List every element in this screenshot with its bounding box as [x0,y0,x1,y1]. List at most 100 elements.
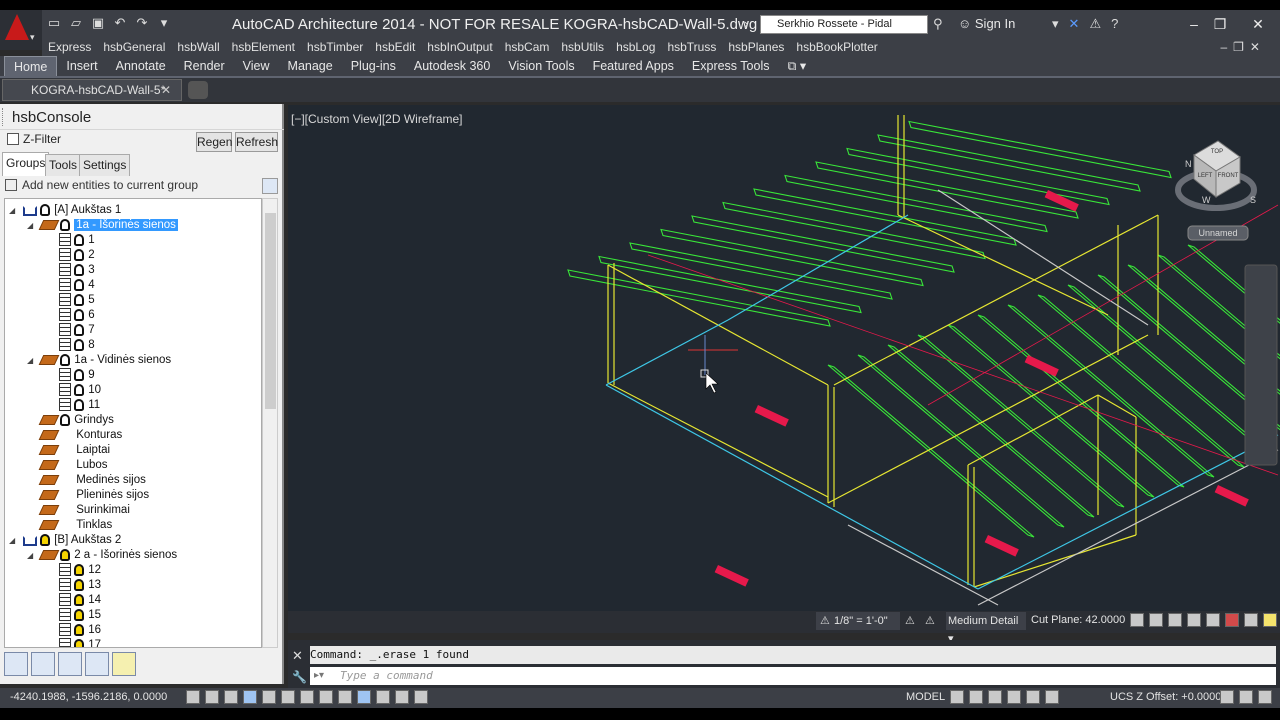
tree-item[interactable]: ◢ 1a - Vidinės sienos [27,353,171,368]
zfilter-checkbox[interactable] [7,133,19,145]
menu-hsbtruss[interactable]: hsbTruss [661,38,722,56]
lightbulb-icon[interactable] [1263,613,1277,627]
tree-item[interactable]: 6 [45,308,95,323]
annotation-tag[interactable] [714,565,749,587]
surface-hatch-icon[interactable] [1130,613,1144,627]
model-space-button[interactable]: MODEL [906,691,945,703]
command-input[interactable]: Type a command [310,667,1276,685]
menu-hsbplanes[interactable]: hsbPlanes [722,38,790,56]
quick-view-drawings-icon[interactable] [969,690,983,704]
tree-item[interactable]: 14 [45,593,101,608]
menu-hsbelement[interactable]: hsbElement [226,38,301,56]
tree-item[interactable]: 2 [45,248,95,263]
grid-display-icon[interactable] [224,690,238,704]
tree-item[interactable]: 3 [45,263,95,278]
visibility-bulb-icon[interactable] [60,413,71,426]
tree-item[interactable]: 12 [45,563,101,578]
showmotion-icon[interactable] [1045,690,1059,704]
3d-object-snap-icon[interactable] [300,690,314,704]
tab-view[interactable]: View [234,56,279,76]
floor-edge[interactable] [937,189,1149,326]
render-icon[interactable] [1187,613,1201,627]
floor-edge[interactable] [977,434,1279,590]
new-tab-button[interactable] [188,81,208,99]
new-file-icon[interactable]: ▭ [46,15,62,31]
visibility-bulb-icon[interactable] [74,623,85,636]
tab-autodesk-360[interactable]: Autodesk 360 [405,56,499,76]
menu-hsbutils[interactable]: hsbUtils [555,38,610,56]
rafter-left[interactable] [753,188,1017,246]
menu-hsbwall[interactable]: hsbWall [171,38,225,56]
group-properties-icon[interactable] [112,652,136,676]
group-info-icon[interactable] [58,652,82,676]
visibility-bulb-icon[interactable] [74,308,85,321]
visibility-bulb-icon[interactable] [74,563,85,576]
object-snap-icon[interactable] [281,690,295,704]
lineweight-icon[interactable] [376,690,390,704]
undo-icon[interactable]: ↶ [112,15,128,31]
expand-toggle-icon[interactable]: ◢ [9,533,19,548]
ortho-mode-icon[interactable] [243,690,257,704]
tree-item[interactable]: 13 [45,578,101,593]
infocenter-search-input[interactable]: Serkhio Rossete - Pidal [760,15,928,34]
menu-hsbtimber[interactable]: hsbTimber [301,38,369,56]
ribbon-options-icon[interactable]: ⧉ ▾ [779,56,816,76]
viewcube-face-label[interactable]: LEFT [1198,173,1213,179]
tree-item[interactable]: Konturas [27,428,122,443]
rafter-right[interactable] [1007,304,1215,478]
tree-item[interactable]: Grindys [27,413,114,428]
tree-item[interactable]: ◢ [A] Aukštas 1 [9,203,121,218]
menu-hsbbookplotter[interactable]: hsbBookPlotter [790,38,883,56]
drawing-window-controls[interactable]: –❐✕ [1215,38,1273,55]
isolate-objects-icon[interactable] [1149,613,1163,627]
application-menu-button[interactable]: ▾ [0,10,42,50]
menu-hsbgeneral[interactable]: hsbGeneral [97,38,171,56]
floor-edge[interactable] [605,384,979,590]
autodesk-apps-icon[interactable]: ⚠ [1089,16,1101,32]
tab-manage[interactable]: Manage [279,56,342,76]
rafter-right[interactable] [827,364,1035,538]
pan-icon[interactable] [988,690,1002,704]
close-tab-icon[interactable]: ✕ [161,80,171,100]
isolate-icon[interactable] [1244,613,1258,627]
tree-item[interactable]: ◢ [B] Aukštas 2 [9,533,121,548]
snap-mode-icon[interactable] [205,690,219,704]
expand-toggle-icon[interactable]: ◢ [27,548,37,563]
expand-toggle-icon[interactable]: ◢ [27,353,37,368]
viewcube-face-label[interactable]: TOP [1211,149,1223,155]
dynamic-ucs-icon[interactable] [338,690,352,704]
tree-item[interactable]: 11 [45,398,100,413]
tree-item[interactable]: 16 [45,623,101,638]
save-icon[interactable]: ▣ [90,15,106,31]
visibility-bulb-icon[interactable] [40,533,51,546]
infer-constraints-icon[interactable] [186,690,200,704]
tab-insert[interactable]: Insert [57,56,106,76]
tab-groups[interactable]: Groups [2,152,50,176]
sign-in-link[interactable]: ☺ Sign In [958,16,1015,31]
maximize-button[interactable]: ❐ [1208,14,1232,34]
group-options-icon[interactable] [262,178,278,194]
visibility-bulb-icon[interactable] [74,293,85,306]
tab-plugins[interactable]: Plug-ins [342,56,405,76]
menu-express[interactable]: Express [42,38,97,56]
object-snap-tracking-icon[interactable] [319,690,333,704]
annotation-tag[interactable] [1024,355,1059,377]
navigation-bar[interactable] [1244,264,1278,466]
infocenter-arrow-icon[interactable]: › [744,16,748,31]
add-entities-checkbox[interactable] [5,179,17,191]
visibility-bulb-icon[interactable] [74,323,85,336]
copy-icon[interactable] [31,652,55,676]
close-command-icon[interactable]: ✕ [292,648,303,664]
tab-tools[interactable]: Tools [45,154,82,176]
tree-item[interactable]: 15 [45,608,101,623]
tab-featured-apps[interactable]: Featured Apps [584,56,683,76]
customize-command-icon[interactable]: 🔧 [292,670,307,684]
menu-hsblog[interactable]: hsbLog [610,38,661,56]
visibility-bulb-icon[interactable] [74,593,85,606]
visibility-bulb-icon[interactable] [60,548,71,561]
tree-item[interactable]: Lubos [27,458,108,473]
tree-item[interactable]: Surinkimai [27,503,130,518]
tree-item[interactable]: Laiptai [27,443,110,458]
rafter-left[interactable] [691,215,955,273]
cut-plane-value[interactable]: Cut Plane: 42.0000 [1031,614,1125,626]
